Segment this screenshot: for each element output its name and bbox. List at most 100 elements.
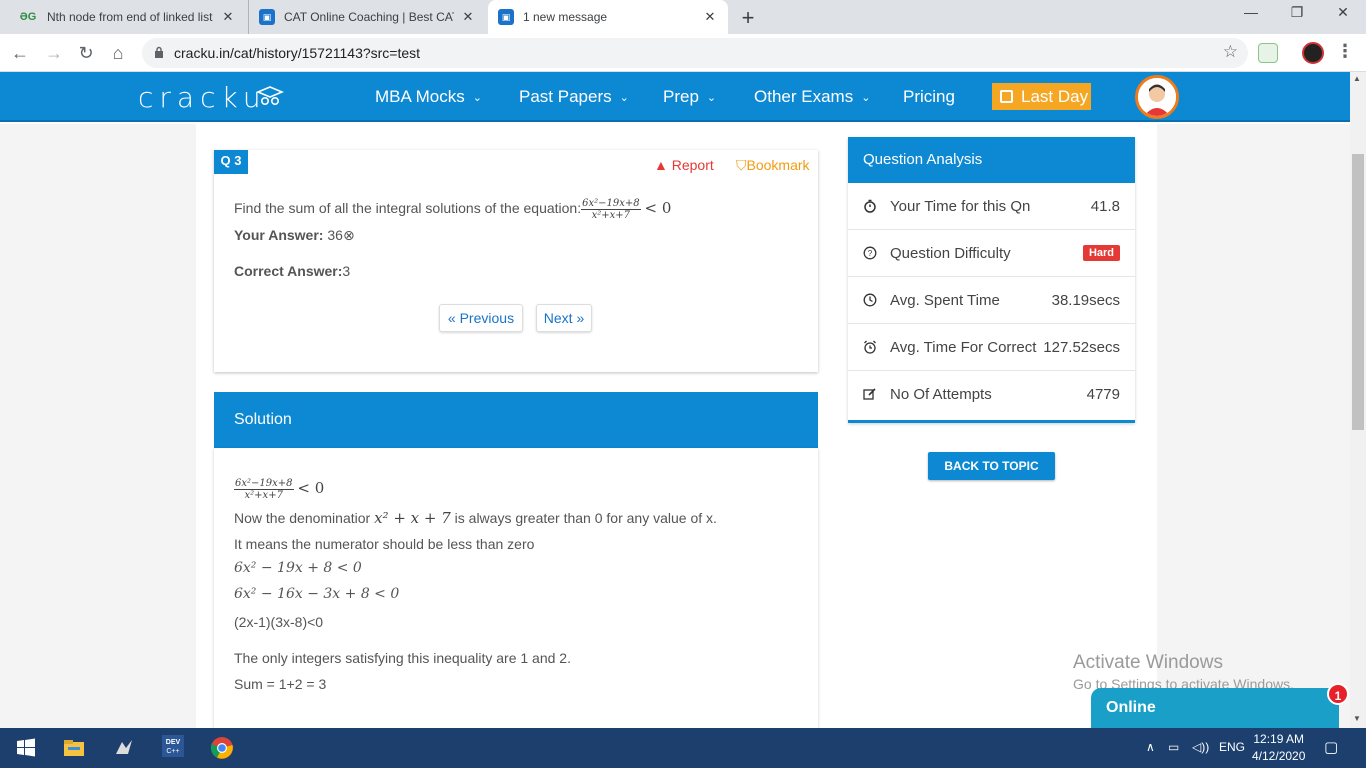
window-close-icon[interactable]: ✕ (1320, 4, 1366, 21)
battery-icon[interactable]: ▭ (1168, 740, 1179, 754)
nav-prep[interactable]: Prep ⌄ (663, 87, 716, 107)
volume-icon[interactable]: ◁)) (1192, 740, 1209, 754)
site-header: cracku MBA Mocks ⌄ Past Papers ⌄ Prep ⌄ Oth… (0, 72, 1350, 122)
back-to-topic-button[interactable]: BACK TO TOPIC (928, 452, 1055, 480)
scroll-up-icon[interactable]: ▲ (1353, 74, 1361, 83)
previous-button[interactable]: « Previous (439, 304, 523, 332)
alarm-icon (864, 340, 876, 354)
correct-answer: Correct Answer:3 (234, 263, 350, 279)
nav-label: Prep (663, 87, 699, 106)
question-inequality: < 0 (644, 199, 672, 218)
tab-title: Nth node from end of linked list | (47, 10, 214, 24)
back-icon[interactable]: ← (8, 41, 32, 65)
report-label: Report (671, 157, 714, 173)
analysis-value: 4779 (1086, 386, 1120, 403)
user-avatar[interactable] (1135, 75, 1179, 119)
chevron-down-icon: ⌄ (706, 92, 717, 104)
fraction-denominator: x²+x+7 (244, 490, 283, 501)
activate-title: Activate Windows (1073, 652, 1223, 673)
analysis-row-your-time: Your Time for this Qn 41.8 (848, 183, 1135, 230)
bookmark-star-icon[interactable]: ☆ (1223, 42, 1238, 62)
question-prompt: Find the sum of all the integral solutio… (234, 200, 582, 217)
extension-icon[interactable] (1258, 43, 1278, 63)
analysis-label: No Of Attempts (890, 386, 992, 403)
fraction-numerator: 6x²−19x+8 (581, 198, 641, 210)
nav-pricing[interactable]: Pricing (903, 87, 955, 107)
close-tab-icon[interactable]: ✕ (702, 9, 718, 25)
browser-menu-icon[interactable]: ⋮ (1336, 41, 1354, 62)
new-tab-icon[interactable]: + (736, 5, 760, 31)
last-day-button[interactable]: Last Day (992, 83, 1091, 110)
question-analysis-panel: Question Analysis Your Time for this Qn … (848, 137, 1135, 423)
solution-header: Solution (214, 392, 818, 448)
correct-answer-value: 3 (342, 263, 351, 279)
chat-widget-button[interactable]: Online (1091, 688, 1339, 728)
clock-date: 4/12/2020 (1252, 749, 1306, 763)
chevron-down-icon: ⌄ (861, 92, 871, 104)
solution-body: 6x²−19x+8 x²+x+7 < 0 Now the denominatior… (214, 448, 818, 728)
restore-icon[interactable]: ❐ (1274, 4, 1320, 21)
bookmark-link[interactable]: ⛉Bookmark (736, 157, 810, 174)
solution-line-2: It means the numerator should be less th… (234, 536, 535, 552)
your-answer: Your Answer: 36⊗ (234, 227, 355, 244)
analysis-label: Avg. Spent Time (890, 292, 1000, 309)
browser-tab-active[interactable]: ▣ 1 new message ✕ (488, 0, 728, 34)
solution-expression: 6x²−19x+8 x²+x+7 < 0 (234, 478, 324, 501)
bookmark-icon: ⛉ (736, 157, 747, 173)
solution-inequality: < 0 (297, 479, 325, 498)
question-fraction: 6x²−19x+8 x²+x+7 (581, 198, 641, 221)
browser-tab-strip: ƏG Nth node from end of linked list | ✕ … (0, 0, 1366, 34)
scroll-down-icon[interactable]: ▼ (1353, 714, 1361, 723)
nav-other-exams[interactable]: Other Exams ⌄ (754, 87, 870, 107)
nav-past-papers[interactable]: Past Papers ⌄ (519, 87, 629, 107)
analysis-value: 38.19secs (1051, 292, 1120, 309)
cracku-icon: ▣ (498, 9, 514, 25)
solution-line-7: Sum = 1+2 = 3 (234, 676, 327, 692)
taskbar-clock[interactable]: 12:19 AM 4/12/2020 (1252, 731, 1305, 765)
analysis-row-attempts: No Of Attempts 4779 (848, 371, 1135, 418)
wrong-circle-icon: ⊗ (342, 227, 355, 243)
question-circle-icon: ? (863, 246, 877, 260)
stopwatch-icon (864, 199, 876, 213)
browser-tab-gfg[interactable]: ƏG Nth node from end of linked list | ✕ (8, 0, 246, 34)
solution-line-1-post: is always greater than 0 for any value o… (454, 510, 717, 526)
question-number-badge: Q 3 (214, 150, 248, 174)
forward-icon[interactable]: → (42, 41, 66, 65)
last-day-label: Last Day (1021, 87, 1089, 106)
file-explorer-icon[interactable] (62, 736, 86, 760)
analysis-label: Question Difficulty (890, 245, 1011, 262)
windows-start-icon[interactable] (14, 736, 38, 760)
next-button[interactable]: Next » (536, 304, 592, 332)
browser-profile-avatar[interactable] (1302, 42, 1324, 64)
nav-label: Past Papers (519, 87, 612, 106)
analysis-label: Your Time for this Qn (890, 198, 1031, 215)
browser-tab-cracku[interactable]: ▣ CAT Online Coaching | Best CAT C ✕ (248, 0, 486, 34)
address-bar[interactable]: cracku.in/cat/history/15721143?src=test … (142, 38, 1248, 68)
analysis-row-difficulty: ? Question Difficulty Hard (848, 230, 1135, 277)
close-tab-icon[interactable]: ✕ (460, 9, 476, 25)
chat-notification-badge: 1 (1327, 683, 1349, 705)
solution-line-1-math: x² + x + 7 (374, 509, 451, 527)
app-icon[interactable] (112, 736, 136, 760)
chrome-icon[interactable] (210, 736, 234, 760)
devcpp-icon[interactable]: DEV C++ (161, 734, 185, 758)
page-scrollbar[interactable]: ▲ ▼ (1350, 72, 1366, 728)
language-indicator[interactable]: ENG (1219, 740, 1245, 754)
cracku-logo[interactable]: cracku (138, 81, 267, 114)
solution-line-5: (2x-1)(3x-8)<0 (234, 614, 324, 630)
analysis-value: 127.52secs (1043, 339, 1120, 356)
notification-center-icon[interactable]: ▢ (1324, 738, 1338, 756)
scrollbar-thumb[interactable] (1352, 154, 1364, 430)
minimize-icon[interactable]: — (1228, 4, 1274, 20)
home-icon[interactable]: ⌂ (106, 41, 130, 65)
reload-icon[interactable]: ↻ (74, 41, 98, 65)
svg-text:C++: C++ (166, 748, 179, 755)
close-tab-icon[interactable]: ✕ (220, 9, 236, 25)
calendar-icon (1000, 90, 1013, 103)
report-link[interactable]: ▲ Report (654, 157, 714, 173)
nav-mba-mocks[interactable]: MBA Mocks ⌄ (375, 87, 482, 107)
gfg-icon: ƏG (19, 11, 37, 23)
tray-chevron-icon[interactable]: ∧ (1146, 740, 1155, 754)
analysis-row-avg-correct: Avg. Time For Correct 127.52secs (848, 324, 1135, 371)
chevron-down-icon: ⌄ (472, 92, 482, 104)
